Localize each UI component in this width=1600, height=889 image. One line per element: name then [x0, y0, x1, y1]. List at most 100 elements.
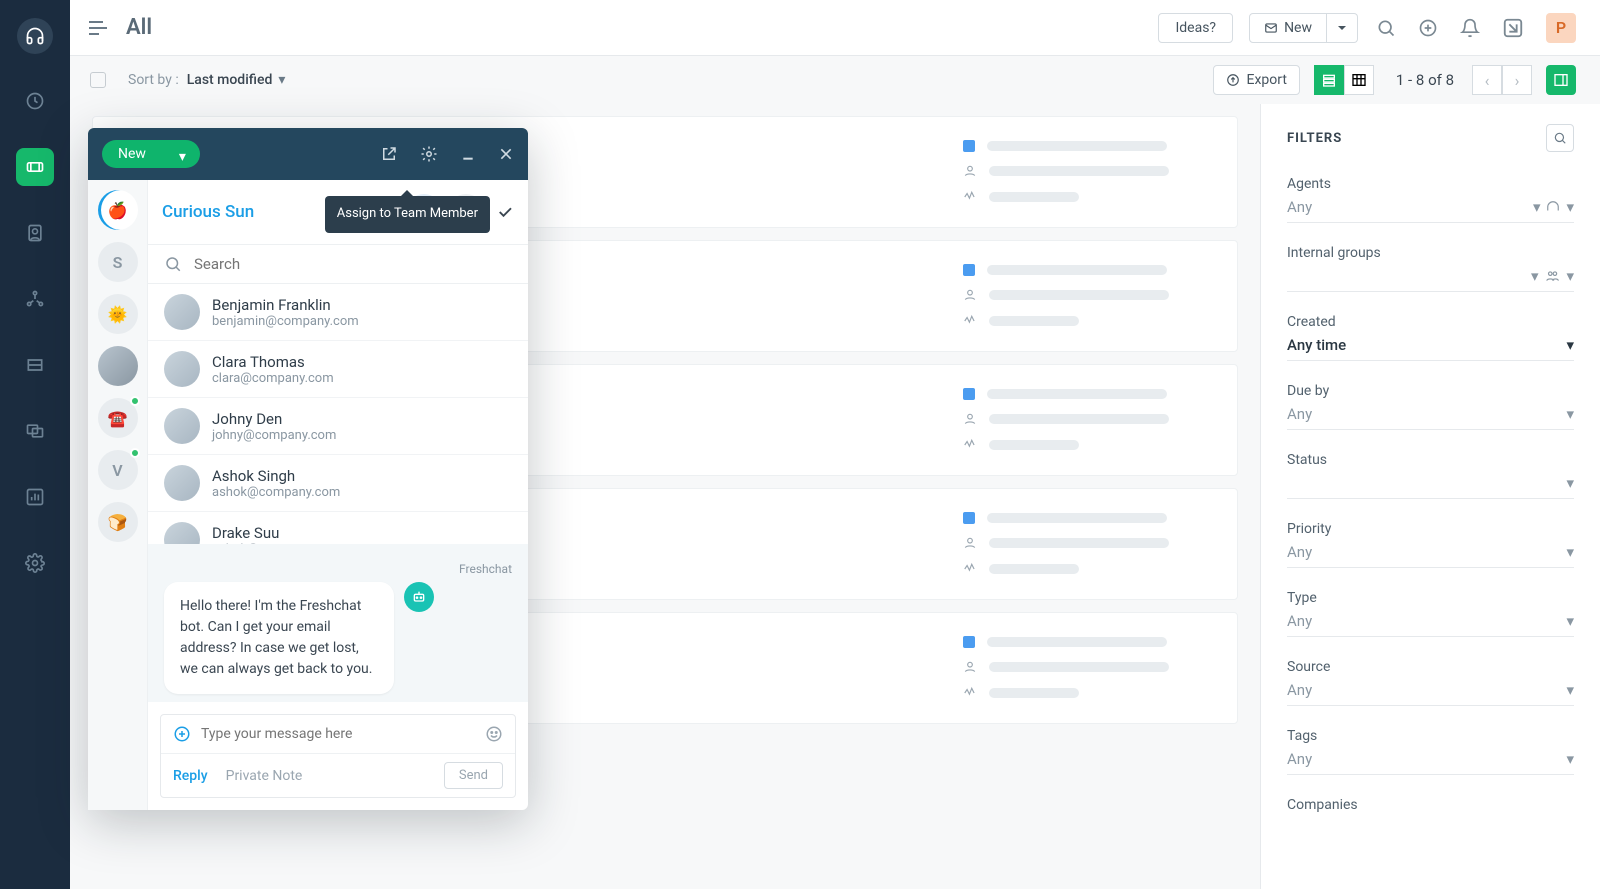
member-name: Benjamin Franklin [212, 296, 359, 314]
nav-dashboard-icon[interactable] [16, 82, 54, 120]
filter-due-by[interactable]: Any▾ [1287, 405, 1574, 430]
chat-transcript: Freshchat Hello there! I'm the Freshchat… [148, 544, 528, 702]
team-member-item[interactable]: Drake Suuashok@company.com [148, 512, 528, 544]
filter-label: Tags [1287, 728, 1574, 744]
member-avatar [164, 522, 200, 544]
member-avatar [164, 294, 200, 330]
message-input[interactable] [201, 726, 485, 742]
search-icon[interactable] [1376, 18, 1396, 38]
member-name: Johny Den [212, 410, 336, 428]
filters-search-button[interactable] [1546, 124, 1574, 152]
member-name: Ashok Singh [212, 467, 340, 485]
filter-internal-groups[interactable]: ▾ ▾ [1287, 267, 1574, 292]
close-icon[interactable] [498, 146, 514, 162]
top-bar: All Ideas? New P [70, 0, 1600, 56]
conversation-avatar[interactable] [98, 346, 138, 386]
filter-label: Companies [1287, 797, 1574, 813]
nav-reports-icon[interactable] [16, 478, 54, 516]
conversation-avatar[interactable]: S [98, 242, 138, 282]
chat-icon[interactable] [1418, 18, 1438, 38]
member-avatar [164, 408, 200, 444]
filter-label: Due by [1287, 383, 1574, 399]
ideas-button[interactable]: Ideas? [1158, 13, 1233, 43]
nav-tickets-icon[interactable] [16, 148, 54, 186]
status-chip[interactable]: New▾ [102, 140, 200, 168]
prev-page-button[interactable]: ‹ [1472, 65, 1502, 95]
team-member-item[interactable]: Clara Thomasclara@company.com [148, 341, 528, 398]
member-email: johny@company.com [212, 428, 336, 443]
export-button[interactable]: Export [1213, 65, 1299, 95]
filter-label: Source [1287, 659, 1574, 675]
conversation-avatar[interactable]: ☎️ [98, 398, 138, 438]
filter-label: Type [1287, 590, 1574, 606]
nav-social-icon[interactable] [16, 280, 54, 318]
attach-icon[interactable] [173, 725, 191, 743]
next-page-button[interactable]: › [1502, 65, 1532, 95]
filter-label: Priority [1287, 521, 1574, 537]
member-avatar [164, 465, 200, 501]
sort-label: Sort by : [128, 72, 179, 88]
sort-dropdown[interactable]: Last modified▾ [187, 72, 286, 88]
send-button[interactable]: Send [444, 762, 503, 789]
filter-created[interactable]: Any time▾ [1287, 336, 1574, 361]
nav-admin-icon[interactable] [16, 544, 54, 582]
conversation-avatar[interactable]: 🌞 [98, 294, 138, 334]
member-search-input[interactable] [194, 255, 512, 273]
pagination-info: 1 - 8 of 8 [1396, 71, 1454, 89]
filter-source[interactable]: Any▾ [1287, 681, 1574, 706]
assign-tooltip: Assign to Team Member [325, 196, 490, 233]
toggle-filters-button[interactable] [1546, 65, 1576, 95]
emoji-icon[interactable] [485, 725, 503, 743]
filter-label: Status [1287, 452, 1574, 468]
member-email: benjamin@company.com [212, 314, 359, 329]
freshworks-icon[interactable] [1502, 17, 1524, 39]
conversation-avatar[interactable]: 🍞 [98, 502, 138, 542]
search-icon [164, 255, 182, 273]
reply-tab[interactable]: Reply [173, 768, 208, 784]
conversation-avatar[interactable]: 🍎 [98, 190, 138, 230]
chat-widget: New▾ 🍎S🌞☎️V🍞 Curious Sun Assign to Team … [88, 128, 528, 810]
vertical-nav [0, 0, 70, 889]
member-email: ashok@company.com [212, 485, 340, 500]
filter-label: Agents [1287, 176, 1574, 192]
new-dropdown-caret[interactable] [1327, 13, 1358, 43]
nav-solutions-icon[interactable] [16, 346, 54, 384]
chat-source-label: Freshchat [164, 562, 512, 576]
nav-forums-icon[interactable] [16, 412, 54, 450]
team-member-item[interactable]: Benjamin Franklinbenjamin@company.com [148, 284, 528, 341]
member-name: Clara Thomas [212, 353, 334, 371]
user-avatar[interactable]: P [1546, 13, 1576, 43]
filter-type[interactable]: Any▾ [1287, 612, 1574, 637]
filter-label: Internal groups [1287, 245, 1574, 261]
filter-status[interactable]: ▾ [1287, 474, 1574, 499]
nav-contacts-icon[interactable] [16, 214, 54, 252]
member-email: clara@company.com [212, 371, 334, 386]
conversation-avatar[interactable]: V [98, 450, 138, 490]
filter-tags[interactable]: Any▾ [1287, 750, 1574, 775]
filter-priority[interactable]: Any▾ [1287, 543, 1574, 568]
select-all-checkbox[interactable] [90, 72, 106, 88]
minimize-icon[interactable] [460, 146, 476, 162]
page-title: All [126, 15, 152, 40]
team-member-item[interactable]: Ashok Singhashok@company.com [148, 455, 528, 512]
filters-panel: FILTERS Agents Any▾ ▾ Internal groups ▾ ▾ … [1260, 104, 1600, 889]
resolve-icon[interactable] [496, 203, 514, 221]
new-button[interactable]: New [1249, 13, 1327, 43]
list-toolbar: Sort by : Last modified▾ Export 1 - 8 of… [70, 56, 1600, 104]
member-search-row [148, 245, 528, 284]
filter-agents[interactable]: Any▾ ▾ [1287, 198, 1574, 223]
card-view-button[interactable] [1314, 65, 1344, 95]
private-note-tab[interactable]: Private Note [226, 768, 303, 784]
table-view-button[interactable] [1344, 65, 1374, 95]
team-member-item[interactable]: Johny Denjohny@company.com [148, 398, 528, 455]
member-name: Drake Suu [212, 524, 340, 542]
bot-message-bubble: Hello there! I'm the Freshchat bot. Can … [164, 582, 394, 694]
notifications-icon[interactable] [1460, 18, 1480, 38]
hamburger-icon[interactable] [88, 20, 108, 36]
settings-icon[interactable] [420, 145, 438, 163]
message-composer: Reply Private Note Send [160, 714, 516, 798]
filters-heading: FILTERS [1287, 131, 1342, 146]
filter-label: Created [1287, 314, 1574, 330]
popout-icon[interactable] [380, 145, 398, 163]
team-member-list: Benjamin Franklinbenjamin@company.comCla… [148, 284, 528, 544]
